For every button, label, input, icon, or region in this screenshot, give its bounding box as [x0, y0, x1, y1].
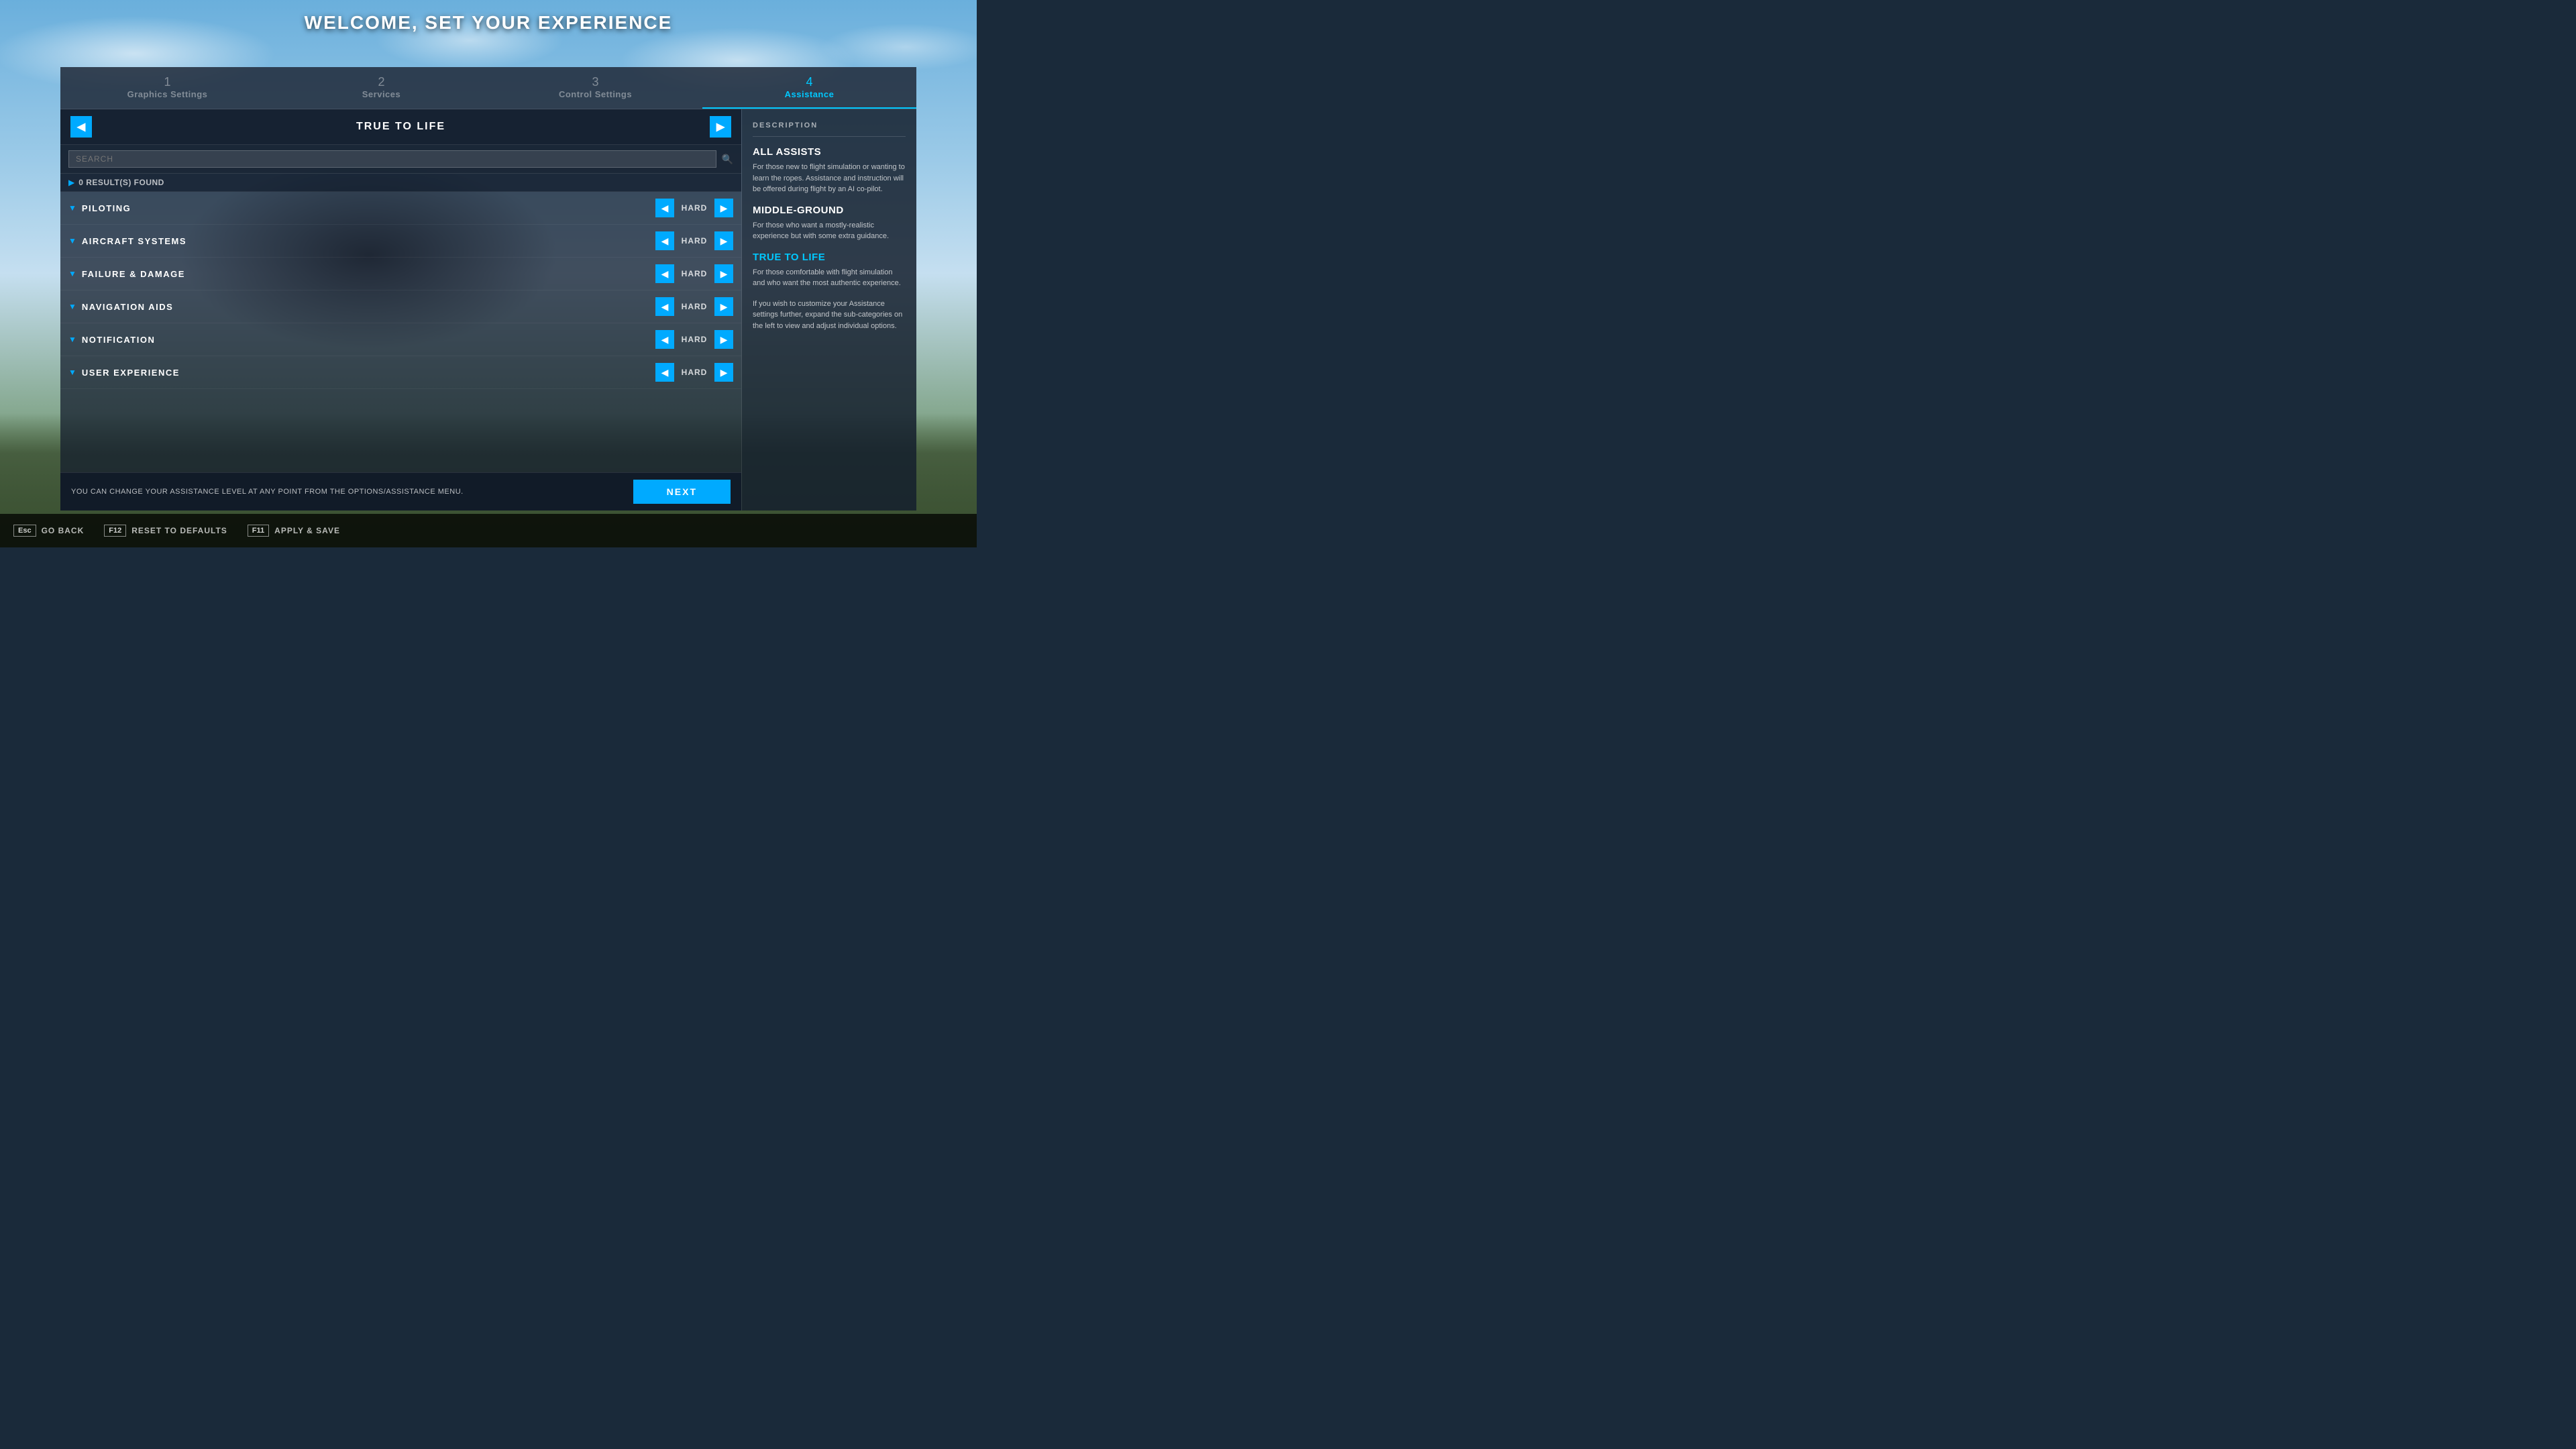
setting-row-failure-damage[interactable]: ▼ FAILURE & DAMAGE ◀ HARD ▶ — [60, 258, 741, 290]
setting-value-navigation-aids: HARD — [674, 302, 714, 311]
setting-row-navigation-aids[interactable]: ▼ NAVIGATION AIDS ◀ HARD ▶ — [60, 290, 741, 323]
shortcut-apply: F11 APPLY & SAVE — [248, 525, 340, 537]
step-2[interactable]: 2 Services — [274, 67, 488, 109]
setting-next-button-aircraft-systems[interactable]: ▶ — [714, 231, 733, 250]
desc-body-all-assists: For those new to flight simulation or wa… — [753, 162, 906, 195]
desc-body-middle-ground: For those who want a mostly-realistic ex… — [753, 220, 906, 242]
chevron-icon-navigation-aids: ▼ — [68, 302, 76, 311]
shortcuts-bar: Esc GO BACK F12 RESET TO DEFAULTS F11 AP… — [0, 514, 977, 547]
key-f11: F11 — [248, 525, 269, 537]
setting-next-button-failure-damage[interactable]: ▶ — [714, 264, 733, 283]
key-f12: F12 — [104, 525, 126, 537]
preset-title: TRUE TO LIFE — [92, 121, 710, 133]
chevron-icon-failure-damage: ▼ — [68, 269, 76, 278]
setting-value-user-experience: HARD — [674, 368, 714, 377]
desc-body-customize: If you wish to customize your Assistance… — [753, 299, 906, 332]
setting-controls-failure-damage: ◀ HARD ▶ — [655, 264, 733, 283]
setting-prev-button-user-experience[interactable]: ◀ — [655, 363, 674, 382]
desc-title-all-assists: ALL ASSISTS — [753, 146, 906, 158]
setting-prev-button-navigation-aids[interactable]: ◀ — [655, 297, 674, 316]
setting-name-notification: NOTIFICATION — [82, 335, 655, 345]
setting-prev-button-failure-damage[interactable]: ◀ — [655, 264, 674, 283]
shortcut-reset: F12 RESET TO DEFAULTS — [104, 525, 227, 537]
setting-value-failure-damage: HARD — [674, 269, 714, 278]
footer-note: YOU CAN CHANGE YOUR ASSISTANCE LEVEL AT … — [71, 488, 633, 496]
setting-name-user-experience: USER EXPERIENCE — [82, 368, 655, 378]
key-esc: Esc — [13, 525, 36, 537]
setting-row-piloting[interactable]: ▼ PILOTING ◀ HARD ▶ — [60, 192, 741, 225]
right-panel: DESCRIPTION ALL ASSISTS For those new to… — [742, 109, 916, 511]
results-arrow-icon: ▶ — [68, 178, 74, 187]
preset-prev-button[interactable]: ◀ — [70, 116, 92, 138]
setting-next-button-notification[interactable]: ▶ — [714, 330, 733, 349]
setting-next-button-user-experience[interactable]: ▶ — [714, 363, 733, 382]
setting-controls-notification: ◀ HARD ▶ — [655, 330, 733, 349]
search-input[interactable] — [68, 150, 716, 168]
setting-next-button-piloting[interactable]: ▶ — [714, 199, 733, 217]
label-go-back: GO BACK — [42, 526, 85, 535]
results-count: 0 RESULT(S) FOUND — [78, 178, 164, 187]
shortcut-go-back: Esc GO BACK — [13, 525, 84, 537]
label-apply: APPLY & SAVE — [274, 526, 340, 535]
step-1[interactable]: 1 Graphics Settings — [60, 67, 274, 109]
step-3[interactable]: 3 Control Settings — [488, 67, 702, 109]
chevron-icon-notification: ▼ — [68, 335, 76, 344]
setting-row-user-experience[interactable]: ▼ USER EXPERIENCE ◀ HARD ▶ — [60, 356, 741, 389]
setting-controls-piloting: ◀ HARD ▶ — [655, 199, 733, 217]
chevron-icon-user-experience: ▼ — [68, 368, 76, 377]
label-reset: RESET TO DEFAULTS — [131, 526, 227, 535]
setting-name-navigation-aids: NAVIGATION AIDS — [82, 302, 655, 312]
search-bar: 🔍 — [60, 145, 741, 174]
setting-value-piloting: HARD — [674, 203, 714, 213]
desc-title-middle-ground: MIDDLE-GROUND — [753, 205, 906, 216]
setting-controls-user-experience: ◀ HARD ▶ — [655, 363, 733, 382]
chevron-icon-piloting: ▼ — [68, 203, 76, 213]
chevron-icon-aircraft-systems: ▼ — [68, 236, 76, 246]
setting-prev-button-piloting[interactable]: ◀ — [655, 199, 674, 217]
footer-bar: YOU CAN CHANGE YOUR ASSISTANCE LEVEL AT … — [60, 472, 741, 511]
setting-controls-navigation-aids: ◀ HARD ▶ — [655, 297, 733, 316]
desc-body-true-to-life: For those comfortable with flight simula… — [753, 267, 906, 289]
setting-row-aircraft-systems[interactable]: ▼ AIRCRAFT SYSTEMS ◀ HARD ▶ — [60, 225, 741, 258]
setting-prev-button-aircraft-systems[interactable]: ◀ — [655, 231, 674, 250]
description-header: DESCRIPTION — [753, 121, 906, 137]
setting-value-aircraft-systems: HARD — [674, 236, 714, 246]
step-4[interactable]: 4 Assistance — [702, 67, 916, 109]
settings-list: ▼ PILOTING ◀ HARD ▶ ▼ AIRCRAFT SYSTEMS ◀… — [60, 192, 741, 472]
setting-row-notification[interactable]: ▼ NOTIFICATION ◀ HARD ▶ — [60, 323, 741, 356]
dialog: 1 Graphics Settings 2 Services 3 Control… — [60, 67, 916, 511]
setting-name-failure-damage: FAILURE & DAMAGE — [82, 269, 655, 279]
preset-bar: ◀ TRUE TO LIFE ▶ — [60, 109, 741, 145]
setting-controls-aircraft-systems: ◀ HARD ▶ — [655, 231, 733, 250]
desc-title-true-to-life: TRUE TO LIFE — [753, 252, 906, 263]
setting-prev-button-notification[interactable]: ◀ — [655, 330, 674, 349]
left-panel: ◀ TRUE TO LIFE ▶ 🔍 ▶ 0 RESULT(S) FOUND ▼… — [60, 109, 742, 511]
setting-value-notification: HARD — [674, 335, 714, 344]
results-bar: ▶ 0 RESULT(S) FOUND — [60, 174, 741, 192]
content-area: ◀ TRUE TO LIFE ▶ 🔍 ▶ 0 RESULT(S) FOUND ▼… — [60, 109, 916, 511]
search-icon: 🔍 — [722, 154, 733, 165]
setting-name-aircraft-systems: AIRCRAFT SYSTEMS — [82, 236, 655, 246]
setting-next-button-navigation-aids[interactable]: ▶ — [714, 297, 733, 316]
preset-next-button[interactable]: ▶ — [710, 116, 731, 138]
next-button[interactable]: NEXT — [633, 480, 731, 504]
steps-bar: 1 Graphics Settings 2 Services 3 Control… — [60, 67, 916, 109]
main-title: WELCOME, SET YOUR EXPERIENCE — [0, 7, 977, 39]
setting-name-piloting: PILOTING — [82, 203, 655, 213]
